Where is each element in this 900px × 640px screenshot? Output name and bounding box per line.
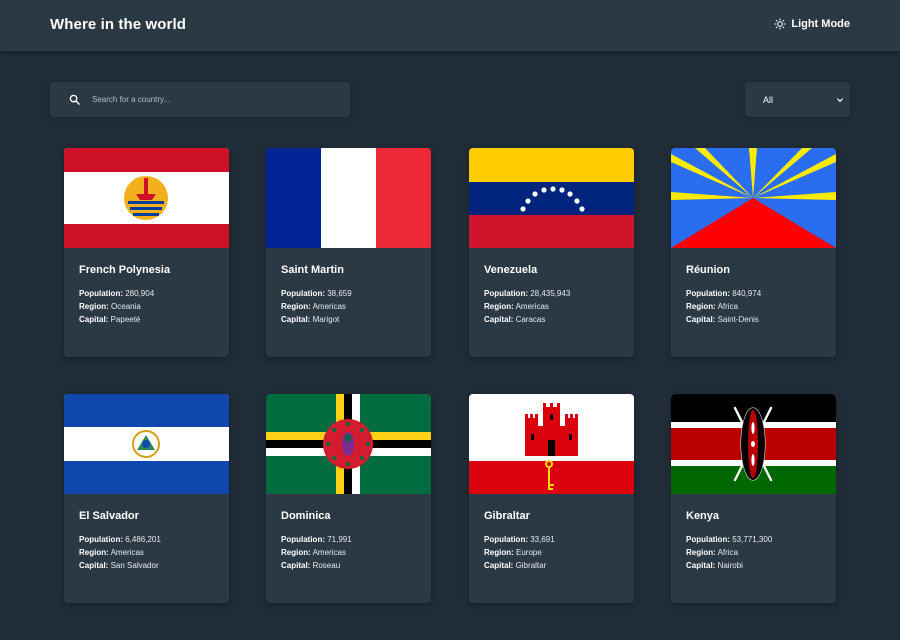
country-region: Region: Oceania: [79, 302, 141, 311]
country-population: Population: 840,974: [686, 289, 762, 298]
country-name: French Polynesia: [79, 264, 171, 276]
country-name: Réunion: [686, 264, 730, 276]
theme-toggle-label: Light Mode: [791, 18, 850, 30]
flag-kenya: [671, 394, 836, 494]
header: Where in the world Light Mode: [0, 0, 900, 51]
flag-french-polynesia: [64, 148, 229, 248]
country-name: Dominica: [281, 510, 331, 522]
country-population: Population: 280,904: [79, 289, 155, 298]
country-card-dominica[interactable]: Dominica Population: 71,991 Region: Amer…: [266, 394, 431, 603]
country-capital: Capital: Marigot: [281, 315, 340, 324]
theme-toggle-button[interactable]: Light Mode: [774, 18, 850, 30]
country-name: El Salvador: [79, 510, 139, 522]
country-region: Region: Europe: [484, 548, 542, 557]
search-box[interactable]: [50, 82, 350, 117]
country-capital: Capital: Caracas: [484, 315, 546, 324]
country-card-el-salvador[interactable]: El Salvador Population: 6,486,201 Region…: [64, 394, 229, 603]
country-name: Venezuela: [484, 264, 538, 276]
country-capital: Capital: Gibraltar: [484, 561, 547, 570]
country-region: Region: Americas: [281, 302, 346, 311]
country-card-venezuela[interactable]: Venezuela Population: 28,435,943 Region:…: [469, 148, 634, 357]
flag-gibraltar: [469, 394, 634, 494]
country-card-french-polynesia[interactable]: French Polynesia Population: 280,904 Reg…: [64, 148, 229, 357]
country-card-reunion[interactable]: Réunion Population: 840,974 Region: Afri…: [671, 148, 836, 357]
country-card-gibraltar[interactable]: Gibraltar Population: 33,691 Region: Eur…: [469, 394, 634, 603]
country-population: Population: 28,435,943: [484, 289, 571, 298]
country-name: Saint Martin: [281, 264, 344, 276]
country-capital: Capital: Saint-Denis: [686, 315, 759, 324]
country-capital: Capital: Roseau: [281, 561, 341, 570]
country-region: Region: Americas: [79, 548, 144, 557]
country-region: Region: Americas: [281, 548, 346, 557]
country-population: Population: 33,691: [484, 535, 555, 544]
country-region: Region: Africa: [686, 302, 739, 311]
country-region: Region: Africa: [686, 548, 739, 557]
country-card-saint-martin[interactable]: Saint Martin Population: 38,659 Region: …: [266, 148, 431, 357]
country-population: Population: 71,991: [281, 535, 352, 544]
flag-dominica: [266, 394, 431, 494]
country-population: Population: 6,486,201: [79, 535, 161, 544]
app-title: Where in the world: [50, 16, 186, 33]
country-population: Population: 53,771,300: [686, 535, 773, 544]
country-name: Kenya: [686, 510, 720, 522]
chevron-down-icon: [836, 96, 844, 104]
flag-el-salvador: [64, 394, 229, 494]
country-name: Gibraltar: [484, 510, 530, 522]
flag-saint-martin: [266, 148, 431, 248]
search-icon: [50, 94, 80, 105]
country-capital: Capital: Papeeté: [79, 315, 141, 324]
country-card-kenya[interactable]: Kenya Population: 53,771,300 Region: Afr…: [671, 394, 836, 603]
sun-icon: [774, 18, 787, 30]
country-population: Population: 38,659: [281, 289, 352, 298]
flag-venezuela: [469, 148, 634, 248]
country-capital: Capital: San Salvador: [79, 561, 159, 570]
region-filter-select[interactable]: All: [745, 82, 850, 117]
country-region: Region: Americas: [484, 302, 549, 311]
flag-reunion: [671, 148, 836, 248]
search-input[interactable]: [92, 95, 322, 104]
region-filter-value: All: [763, 94, 774, 105]
country-capital: Capital: Nairobi: [686, 561, 743, 570]
